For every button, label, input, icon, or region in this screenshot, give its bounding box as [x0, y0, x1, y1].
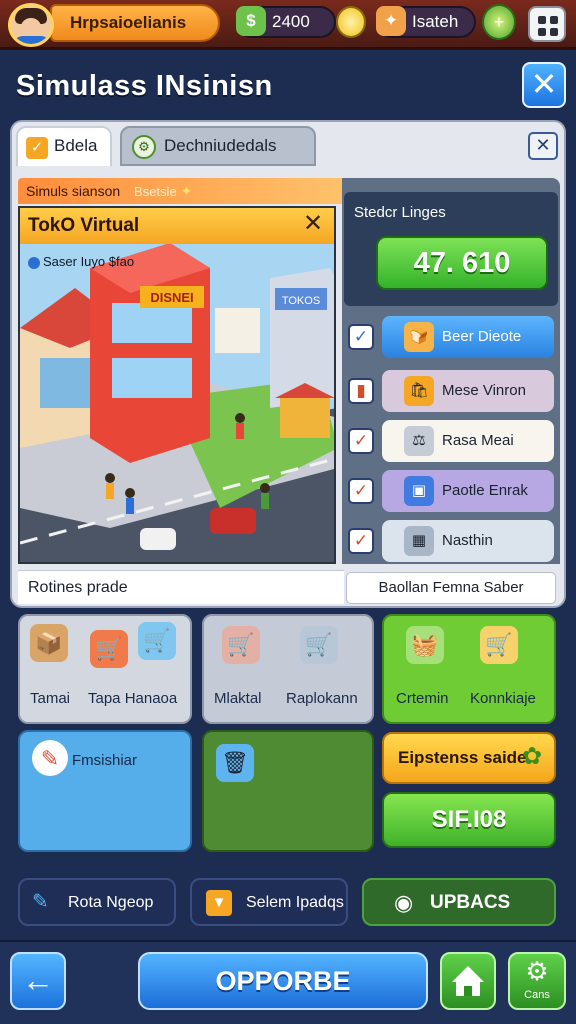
list-item[interactable]: ▣ Paotle Enrak: [382, 470, 554, 512]
location-pin-icon: ◉: [394, 890, 414, 915]
stats-label: Stedcr Linges: [354, 204, 446, 221]
checkbox[interactable]: ✓: [348, 428, 374, 454]
bin-icon: 🗑: [216, 744, 254, 782]
nav-button-rota[interactable]: ✎ Rota Ngeop: [18, 878, 176, 926]
tab-dechniudedals[interactable]: ⚙ Dechniudedals: [120, 126, 316, 166]
close-window-icon[interactable]: ✕: [300, 212, 326, 238]
card-label: Raplokann: [286, 690, 358, 707]
avatar[interactable]: [8, 3, 54, 47]
window-title: TokO Virtual: [20, 208, 334, 244]
card-shop[interactable]: 🧺 🛒 Crtemin Konnkiaje: [382, 614, 556, 724]
add-resource-icon[interactable]: +: [482, 4, 516, 40]
tab-label: Bdela: [54, 136, 98, 155]
banner-subtitle: Bsetsle: [134, 184, 177, 199]
cart-icon: 🛒: [480, 626, 518, 664]
scale-icon: ⚖: [404, 426, 434, 456]
home-icon: [452, 966, 484, 996]
pack-icon: ▦: [404, 526, 434, 556]
resource-value: 2400: [272, 12, 310, 31]
stats-value[interactable]: 47. 610: [376, 236, 548, 290]
globe-icon: [28, 256, 40, 269]
main-action-button[interactable]: OPPORBE: [138, 952, 428, 1010]
card-carts[interactable]: 🛒 🛒 Mlaktal Raplokann: [202, 614, 374, 724]
checkbox[interactable]: ✓: [348, 324, 374, 350]
grid-icon: [538, 16, 546, 24]
banner-title: Simuls sianson: [26, 183, 121, 199]
cart-icon: 🛒: [300, 626, 338, 664]
close-button[interactable]: ✕: [522, 62, 566, 108]
settings-button[interactable]: ⚙ Cans: [508, 952, 566, 1010]
back-button[interactable]: ←: [10, 952, 66, 1010]
checkbox[interactable]: ✓: [348, 478, 374, 504]
pencil-icon: ✎: [32, 891, 49, 913]
card-supplies[interactable]: 📦 🛒 🛒 Tamai Tapa Hanaoa: [18, 614, 192, 724]
player-name[interactable]: Hrpsaioelianis: [50, 4, 220, 42]
coin-icon[interactable]: [336, 6, 366, 38]
resource-counter-cash[interactable]: $ 2400: [236, 6, 336, 38]
tab-bdela[interactable]: ✓ Bdela: [16, 126, 112, 166]
list-item[interactable]: ⚖ Rasa Meai: [382, 420, 554, 462]
checkbox[interactable]: ▮: [348, 378, 374, 404]
close-panel-button[interactable]: ✕: [528, 132, 558, 160]
bread-icon: 🍞: [404, 322, 434, 352]
checkmark-icon: ✓: [26, 137, 48, 159]
gear-icon: ⚙: [132, 135, 156, 159]
shop-sign: DISNEI: [150, 290, 193, 305]
routines-label: Rotines prade: [18, 570, 344, 604]
bag-icon: 🛍: [404, 376, 434, 406]
cash-icon: $: [236, 6, 266, 36]
scene-caption: Saser Iuyo $fao: [28, 254, 134, 269]
page-title: Simulass INsinisn: [16, 70, 273, 102]
tab-label: Dechniudedals: [164, 136, 277, 155]
menu-button[interactable]: [528, 6, 566, 42]
value-button[interactable]: SIF.I08: [382, 792, 556, 848]
card-label: Konnkiaje: [470, 690, 536, 707]
leaf-icon: ✿: [522, 743, 543, 770]
energy-icon: ✦: [376, 6, 406, 36]
cart-icon: 🛒: [90, 630, 128, 668]
list-item[interactable]: 🛍 Mese Vinron: [382, 370, 554, 412]
home-button[interactable]: [440, 952, 496, 1010]
gear-icon: ⚙: [525, 956, 549, 986]
cart-icon: 🛒: [222, 626, 260, 664]
trolley-icon: 🛒: [138, 622, 176, 660]
card-label: Fmsishiar: [72, 752, 138, 769]
arrow-left-icon: ←: [22, 962, 54, 998]
game-banner: Simuls sianson Bsetsle ✦: [18, 178, 342, 204]
checkbox[interactable]: ✓: [348, 528, 374, 554]
list-item[interactable]: ▦ Nasthin: [382, 520, 554, 562]
box-icon: ▣: [404, 476, 434, 506]
basket-icon: 🧺: [406, 626, 444, 664]
tool-icon: ✎: [32, 740, 68, 776]
nav-button-selem[interactable]: ▼ Selem Ipadqs: [190, 878, 348, 926]
ticket-sign: TOKOS: [282, 295, 320, 307]
bag-icon: ▼: [206, 890, 232, 916]
crate-icon: 📦: [30, 624, 68, 662]
card-info[interactable]: ✎ Fmsishiar: [18, 730, 192, 852]
upgrade-button[interactable]: ◉ UPBACS: [362, 878, 556, 926]
resource-counter-energy[interactable]: ✦ Isateh: [376, 6, 476, 38]
card-label: Tapa Hanaoa: [88, 690, 178, 707]
list-item[interactable]: 🍞 Beer Dieote: [382, 316, 554, 358]
star-icon: ✦: [180, 183, 193, 199]
card-label: Tamai: [30, 690, 71, 707]
card-label: Crtemin: [396, 690, 449, 707]
resource-value: Isateh: [412, 12, 459, 31]
name-field[interactable]: Baollan Femna Saber: [346, 572, 556, 604]
card-container[interactable]: 🗑: [202, 730, 374, 852]
card-label: Mlaktal: [214, 690, 262, 707]
settings-label: Cans: [524, 989, 550, 1001]
